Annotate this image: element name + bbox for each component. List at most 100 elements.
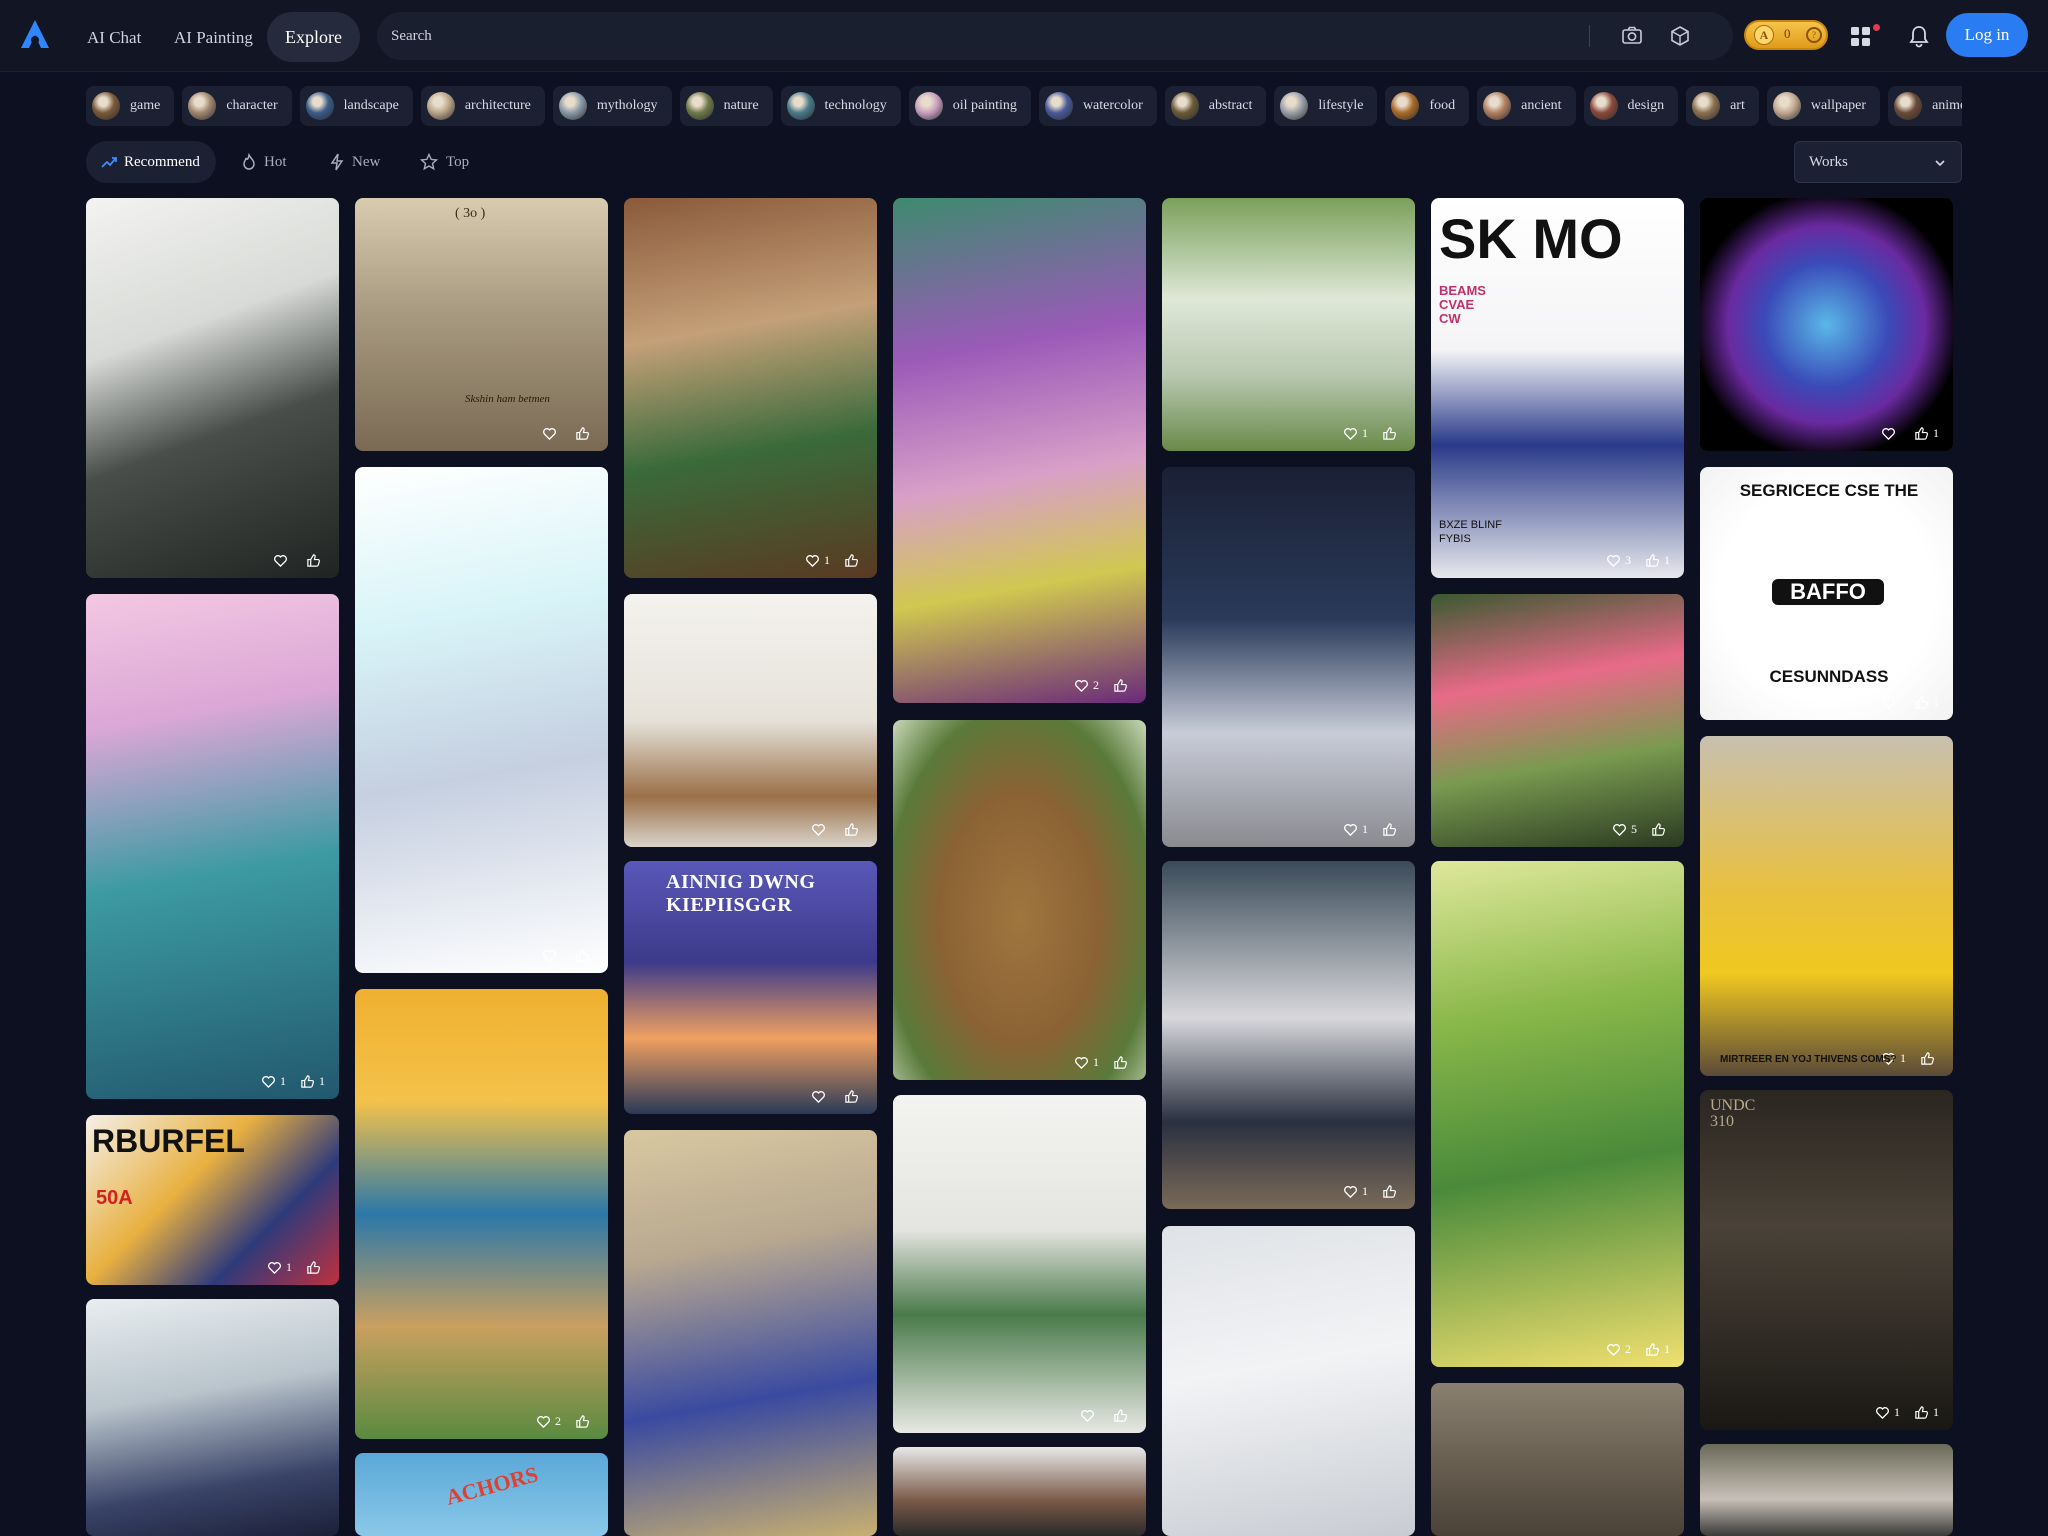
artwork-card[interactable]: 2 <box>355 989 608 1439</box>
artwork-card[interactable]: 1 <box>893 720 1146 1080</box>
artwork-card[interactable]: 1 <box>624 198 877 578</box>
like-button[interactable]: 2 <box>536 1414 561 1429</box>
thumbs-up-button[interactable] <box>575 1414 594 1429</box>
like-button[interactable]: 1 <box>1343 1184 1368 1199</box>
category-chip[interactable]: wallpaper <box>1766 86 1881 126</box>
artwork-card[interactable]: 1 SEGRICECE CSE THE BAFFO CESUNNDASS <box>1700 467 1953 720</box>
artwork-card[interactable] <box>1431 1383 1684 1536</box>
category-chip[interactable]: food <box>1385 86 1470 126</box>
artwork-card[interactable] <box>355 467 608 973</box>
thumbs-up-button[interactable] <box>306 553 325 568</box>
like-button[interactable]: 1 <box>1074 1055 1099 1070</box>
thumbs-up-button[interactable] <box>844 553 863 568</box>
category-chip[interactable]: abstract <box>1164 86 1267 126</box>
thumbs-up-button[interactable] <box>1382 822 1401 837</box>
thumbs-up-button[interactable] <box>1113 1408 1132 1423</box>
filter-hot[interactable]: Hot <box>240 141 287 183</box>
artwork-card[interactable]: 5 <box>1431 594 1684 847</box>
category-chip[interactable]: watercolor <box>1038 86 1157 126</box>
like-button[interactable]: 1 <box>1875 1405 1900 1420</box>
artwork-card[interactable]: 1 1 UNDC 310 <box>1700 1090 1953 1430</box>
artwork-card[interactable]: AINNIG DWNG KIEPIISGGR <box>624 861 877 1114</box>
artwork-card[interactable] <box>1700 1444 1953 1536</box>
like-button[interactable] <box>1080 1408 1099 1423</box>
artwork-card[interactable]: 1 <box>1700 198 1953 451</box>
artwork-card[interactable]: 11 <box>86 594 339 1099</box>
like-button[interactable] <box>542 948 561 963</box>
artwork-card[interactable] <box>624 594 877 847</box>
category-chip[interactable]: oil painting <box>908 86 1031 126</box>
like-button[interactable] <box>811 822 830 837</box>
artwork-card[interactable]: 21 <box>1431 861 1684 1367</box>
works-dropdown[interactable]: Works <box>1794 141 1962 183</box>
artwork-card[interactable]: 3 1 SK MO BEAMS CVAE CW BXZE BLINF FYBIS <box>1431 198 1684 578</box>
category-chip[interactable]: design <box>1583 86 1679 126</box>
thumbs-up-button[interactable]: 1 <box>300 1074 325 1089</box>
category-chip[interactable]: technology <box>780 86 901 126</box>
thumbs-up-button[interactable] <box>1382 1184 1401 1199</box>
artwork-card[interactable] <box>86 198 339 578</box>
thumbs-up-button[interactable] <box>1113 678 1132 693</box>
app-logo-icon[interactable] <box>18 18 52 52</box>
like-button[interactable] <box>811 1089 830 1104</box>
nav-ai-chat[interactable]: AI Chat <box>87 20 141 56</box>
artwork-card[interactable]: ACHORS <box>355 1453 608 1536</box>
artwork-card[interactable]: 1 <box>1162 861 1415 1209</box>
like-button[interactable]: 1 <box>805 553 830 568</box>
category-chip[interactable]: landscape <box>299 86 413 126</box>
thumbs-up-button[interactable] <box>575 426 594 441</box>
category-chip[interactable]: art <box>1686 86 1759 126</box>
artwork-card[interactable] <box>893 1447 1146 1536</box>
category-chip[interactable]: ancient <box>1477 86 1576 126</box>
artwork-card[interactable]: 2 <box>893 198 1146 703</box>
like-button[interactable]: 1 <box>267 1260 292 1275</box>
thumbs-up-button[interactable] <box>1113 1055 1132 1070</box>
thumbs-up-button[interactable] <box>844 1089 863 1104</box>
nav-explore[interactable]: Explore <box>267 12 360 62</box>
like-button[interactable] <box>1881 426 1900 441</box>
like-button[interactable]: 2 <box>1074 678 1099 693</box>
camera-icon[interactable] <box>1621 25 1643 47</box>
like-button[interactable]: 1 <box>1343 426 1368 441</box>
thumbs-up-button[interactable]: 1 <box>1914 1405 1939 1420</box>
artwork-card[interactable] <box>86 1299 339 1536</box>
coin-balance[interactable]: A 0 ? <box>1744 20 1828 50</box>
artwork-card[interactable]: 1 <box>1162 467 1415 847</box>
category-chip[interactable]: character <box>182 86 292 126</box>
thumbs-up-button[interactable] <box>306 1260 325 1275</box>
artwork-card[interactable]: 1 RBURFEL 50A <box>86 1115 339 1285</box>
thumbs-up-button[interactable] <box>575 948 594 963</box>
artwork-card[interactable]: ( 3o ) Skshin ham betmen <box>355 198 608 451</box>
thumbs-up-button[interactable] <box>844 822 863 837</box>
login-button[interactable]: Log in <box>1946 13 2028 57</box>
like-button[interactable]: 1 <box>1343 822 1368 837</box>
like-button[interactable]: 5 <box>1612 822 1637 837</box>
artwork-card[interactable] <box>624 1130 877 1536</box>
artwork-card[interactable]: 1 <box>1162 198 1415 451</box>
like-button[interactable] <box>1881 695 1900 710</box>
category-chip[interactable]: architecture <box>420 86 545 126</box>
filter-new[interactable]: New <box>328 141 380 183</box>
like-button[interactable] <box>273 553 292 568</box>
artwork-card[interactable]: 1 MIRTREER EN YOJ THIVENS COMS? <box>1700 736 1953 1076</box>
category-chip[interactable]: lifestyle <box>1274 86 1378 126</box>
like-button[interactable]: 3 <box>1606 553 1631 568</box>
category-chip[interactable]: anime <box>1888 86 1962 126</box>
thumbs-up-button[interactable] <box>1920 1051 1939 1066</box>
artwork-card[interactable] <box>893 1095 1146 1433</box>
like-button[interactable]: 1 <box>261 1074 286 1089</box>
category-chip[interactable]: nature <box>679 86 773 126</box>
search-input[interactable] <box>391 12 1591 60</box>
apps-grid-icon[interactable] <box>1850 26 1872 48</box>
artwork-card[interactable] <box>1162 1226 1415 1536</box>
thumbs-up-button[interactable]: 1 <box>1645 553 1670 568</box>
thumbs-up-button[interactable]: 1 <box>1645 1342 1670 1357</box>
cube-icon[interactable] <box>1669 25 1691 47</box>
nav-ai-painting[interactable]: AI Painting <box>174 20 253 56</box>
like-button[interactable] <box>542 426 561 441</box>
category-chip[interactable]: game <box>86 86 175 126</box>
thumbs-up-button[interactable]: 1 <box>1914 695 1939 710</box>
thumbs-up-button[interactable] <box>1382 426 1401 441</box>
filter-recommend[interactable]: Recommend <box>86 141 216 183</box>
thumbs-up-button[interactable]: 1 <box>1914 426 1939 441</box>
